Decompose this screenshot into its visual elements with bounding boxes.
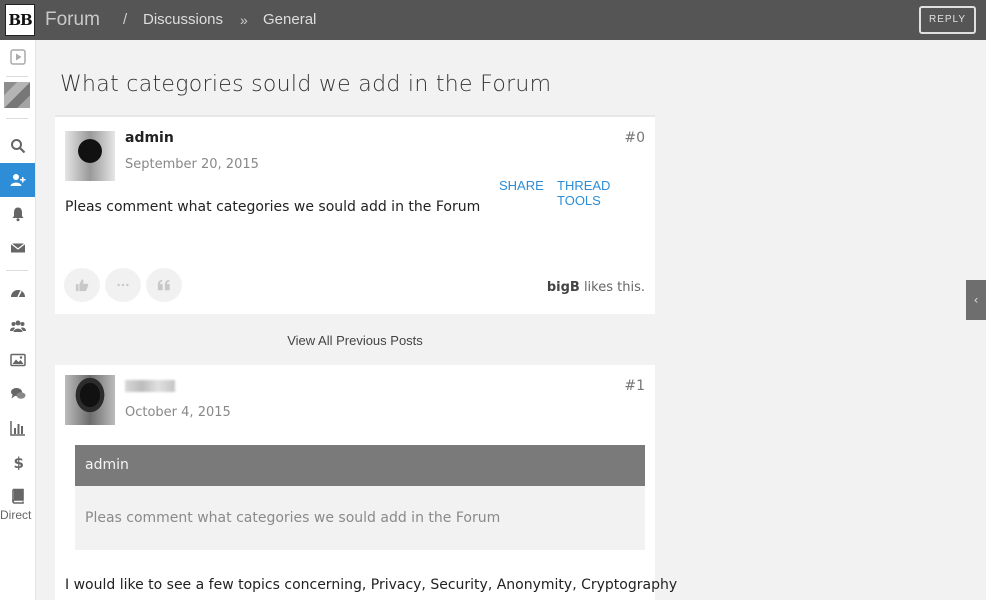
likes-summary: bigB likes this. (547, 280, 645, 295)
bell-icon[interactable] (0, 199, 35, 229)
quote-author: admin (75, 445, 645, 486)
post-author[interactable]: admin (125, 130, 174, 146)
sidebar-divider (6, 76, 28, 77)
post-date: September 20, 2015 (125, 157, 259, 172)
image-icon[interactable] (0, 345, 35, 375)
thread-title: What categories sould we add in the Foru… (60, 72, 552, 97)
svg-text:$: $ (13, 454, 23, 470)
author-avatar[interactable] (65, 375, 115, 425)
top-bar: BB Forum / Discussions » General REPLY (0, 0, 986, 40)
sidebar-direct-label[interactable]: Direct (0, 508, 36, 522)
liker-name[interactable]: bigB (547, 280, 580, 295)
quote-text: Pleas comment what categories we sould a… (75, 486, 645, 550)
ellipsis-icon (117, 283, 129, 287)
reply-button[interactable]: REPLY (919, 6, 976, 34)
post-number[interactable]: #1 (624, 378, 645, 394)
play-icon[interactable] (0, 42, 35, 72)
post-date: October 4, 2015 (125, 405, 231, 420)
view-previous-posts-link[interactable]: View All Previous Posts (55, 333, 655, 348)
post: October 4, 2015 #1 admin Pleas comment w… (55, 365, 677, 600)
breadcrumb-separator: / (123, 11, 128, 28)
bar-chart-icon[interactable] (0, 413, 35, 443)
dollar-icon[interactable]: $ (0, 447, 35, 477)
users-icon[interactable] (0, 311, 35, 341)
thread-tools-link[interactable]: THREAD TOOLS (557, 178, 655, 208)
logo-text: BB (8, 11, 32, 29)
sidebar-divider (6, 270, 28, 271)
post-body: I would like to see a few topics concern… (65, 577, 678, 593)
avatar[interactable] (4, 82, 30, 108)
side-panel-toggle[interactable]: ‹ (966, 280, 986, 320)
breadcrumb-separator: » (240, 12, 248, 28)
like-button[interactable] (64, 268, 100, 302)
post-body: Pleas comment what categories we sould a… (65, 199, 481, 215)
breadcrumb-discussions[interactable]: Discussions (143, 0, 223, 40)
breadcrumb-forum[interactable]: Forum (45, 0, 100, 40)
site-logo[interactable]: BB (5, 4, 35, 36)
book-icon[interactable] (0, 481, 35, 511)
add-user-icon[interactable] (0, 163, 35, 197)
envelope-icon[interactable] (0, 233, 35, 263)
search-icon[interactable] (0, 131, 35, 161)
quote-icon (157, 279, 170, 291)
more-button[interactable] (105, 268, 141, 302)
chevron-left-icon: ‹ (973, 293, 979, 307)
dashboard-icon[interactable] (0, 278, 35, 308)
likes-suffix: likes this. (579, 280, 645, 295)
sidebar: $ Direct (0, 40, 36, 600)
post-number[interactable]: #0 (624, 130, 645, 146)
author-avatar[interactable] (65, 131, 115, 181)
share-link[interactable]: SHARE (499, 178, 544, 193)
post: admin September 20, 2015 #0 SHARE THREAD… (55, 115, 655, 314)
sidebar-divider (6, 118, 28, 119)
thumbs-up-icon (75, 279, 89, 292)
comments-icon[interactable] (0, 379, 35, 409)
quote-button[interactable] (146, 268, 182, 302)
breadcrumb-general[interactable]: General (263, 0, 316, 40)
post-author-redacted[interactable] (125, 380, 175, 392)
